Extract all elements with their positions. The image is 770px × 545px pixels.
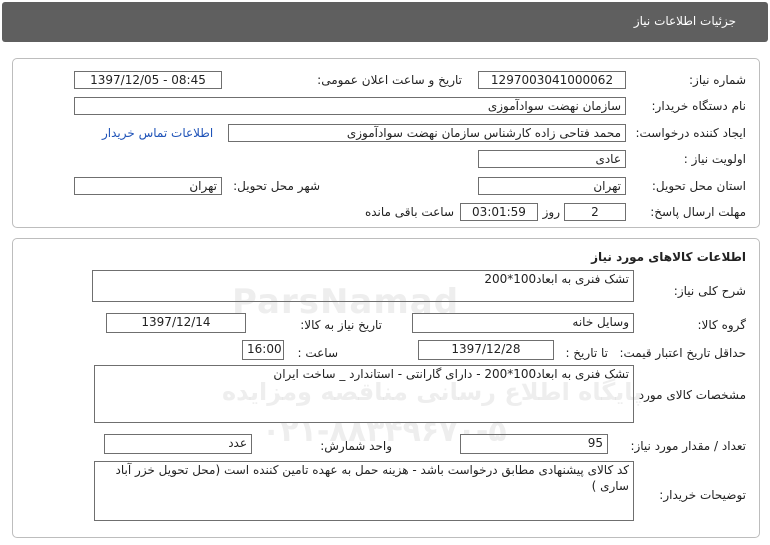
buyer-notes-field: کد کالای پیشنهادی مطابق درخواست باشد - ه… <box>94 461 634 521</box>
deadline-label: مهلت ارسال پاسخ: <box>650 205 746 219</box>
announce-date-label: تاریخ و ساعت اعلان عمومی: <box>317 73 462 87</box>
page-header: جزئیات اطلاعات نیاز <box>2 2 768 42</box>
price-validity-label: حداقل تاریخ اعتبار قیمت: <box>619 346 746 360</box>
province-field: تهران <box>478 177 626 195</box>
creator-label: ایجاد کننده درخواست: <box>635 126 746 140</box>
city-field: تهران <box>74 177 222 195</box>
buyer-org-field: سازمان نهضت سوادآموزی <box>74 97 626 115</box>
buyer-contact-link[interactable]: اطلاعات تماس خریدار <box>102 126 213 140</box>
watermark-line2: ۰۲۱-۸۸۳۴۹۶۷۰-۵ <box>262 414 507 449</box>
need-number-field: 1297003041000062 <box>478 71 626 89</box>
watermark-brand: ParsNamad <box>232 282 460 322</box>
need-date-field: 1397/12/14 <box>106 313 246 333</box>
to-date-label: تا تاریخ : <box>565 346 608 360</box>
time-left-field: 03:01:59 <box>460 203 538 221</box>
page-title: جزئیات اطلاعات نیاز <box>633 14 736 28</box>
announce-date-field: 1397/12/05 - 08:45 <box>74 71 222 89</box>
city-label: شهر محل تحویل: <box>233 179 320 193</box>
unit-field: عدد <box>104 434 252 454</box>
need-number-label: شماره نیاز: <box>689 73 746 87</box>
hour-label: ساعت : <box>297 346 338 360</box>
goods-desc-label: شرح کلی نیاز: <box>673 284 746 298</box>
goods-section-title: اطلاعات کالاهای مورد نیاز <box>591 250 746 264</box>
time-left-label: ساعت باقی مانده <box>364 205 454 219</box>
goods-group-label: گروه کالا: <box>697 318 747 332</box>
to-date-field: 1397/12/28 <box>418 340 554 360</box>
priority-label: اولویت نیاز : <box>683 152 746 166</box>
days-field: 2 <box>564 203 626 221</box>
province-label: استان محل تحویل: <box>651 179 746 193</box>
buyer-org-label: نام دستگاه خریدار: <box>651 99 747 113</box>
watermark-line1: پایگاه اطلاع رسانی مناقصه ومزایده <box>222 378 643 406</box>
hour-field: 16:00 <box>242 340 284 360</box>
creator-field: محمد فتاحی زاده کارشناس سازمان نهضت سواد… <box>228 124 626 142</box>
priority-field: عادی <box>478 150 626 168</box>
buyer-notes-label: توضیحات خریدار: <box>659 488 746 502</box>
quantity-label: تعداد / مقدار مورد نیاز: <box>630 439 746 453</box>
